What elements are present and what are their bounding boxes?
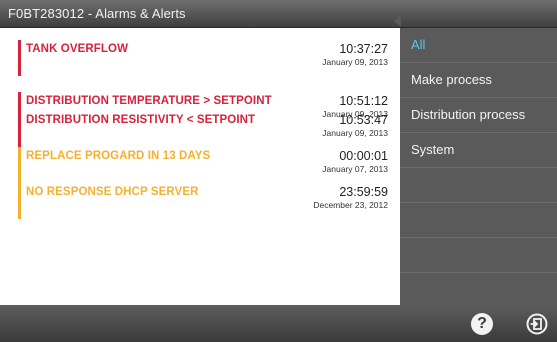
alarm-message: TANK OVERFLOW <box>26 43 129 55</box>
filter-empty-slot <box>400 238 557 273</box>
alarm-time: 10:37:27 <box>339 42 388 56</box>
question-circle-icon: ? <box>477 315 487 332</box>
window-title: F0BT283012 - Alarms & Alerts <box>8 6 186 21</box>
severity-stripe <box>18 111 21 147</box>
alarm-time: 00:00:01 <box>339 149 388 163</box>
alarm-date: January 09, 2013 <box>322 57 388 67</box>
exit-door-icon <box>526 313 548 335</box>
exit-button[interactable] <box>526 313 548 335</box>
severity-stripe <box>18 40 21 76</box>
severity-stripe <box>18 147 21 183</box>
filter-label: Distribution process <box>411 107 526 122</box>
alarm-row-tank-overflow[interactable]: TANK OVERFLOW 10:37:27 January 09, 2013 <box>14 36 392 77</box>
filter-sidebar: All Make process Distribution process Sy… <box>400 28 557 305</box>
alarm-date: January 09, 2013 <box>322 128 388 138</box>
alarm-row-replace-progard[interactable]: REPLACE PROGARD IN 13 DAYS 00:00:01 Janu… <box>14 143 392 184</box>
alarm-list: TANK OVERFLOW 10:37:27 January 09, 2013 … <box>0 28 400 305</box>
alarm-time: 10:51:12 <box>339 94 388 108</box>
title-bar: F0BT283012 - Alarms & Alerts <box>0 0 557 28</box>
filter-empty-slot <box>400 203 557 238</box>
filter-empty-slot <box>400 273 557 307</box>
filter-label: System <box>411 142 455 157</box>
alarm-message: REPLACE PROGARD IN 13 DAYS <box>26 150 211 162</box>
alarm-time: 23:59:59 <box>339 185 388 199</box>
filter-make-process[interactable]: Make process <box>400 63 557 98</box>
filter-system[interactable]: System <box>400 133 557 168</box>
selection-arrow <box>394 15 401 27</box>
alarm-row-dhcp-server[interactable]: NO RESPONSE DHCP SERVER 23:59:59 Decembe… <box>14 179 392 220</box>
alarm-row-distribution-resistivity[interactable]: DISTRIBUTION RESISTIVITY < SETPOINT 10:5… <box>14 107 392 148</box>
alarm-message: NO RESPONSE DHCP SERVER <box>26 186 199 198</box>
filter-distribution-process[interactable]: Distribution process <box>400 98 557 133</box>
help-button[interactable]: ? <box>471 313 493 335</box>
alarm-message: DISTRIBUTION TEMPERATURE > SETPOINT <box>26 95 272 107</box>
alarm-date: January 07, 2013 <box>322 164 388 174</box>
alarm-message: DISTRIBUTION RESISTIVITY < SETPOINT <box>26 114 256 126</box>
filter-empty-slot <box>400 168 557 203</box>
filter-label: All <box>411 37 426 52</box>
alarm-date: December 23, 2012 <box>313 200 388 210</box>
alarm-time: 10:53:47 <box>339 113 388 127</box>
filter-all[interactable]: All <box>400 28 557 63</box>
filter-label: Make process <box>411 72 492 87</box>
severity-stripe <box>18 183 21 219</box>
